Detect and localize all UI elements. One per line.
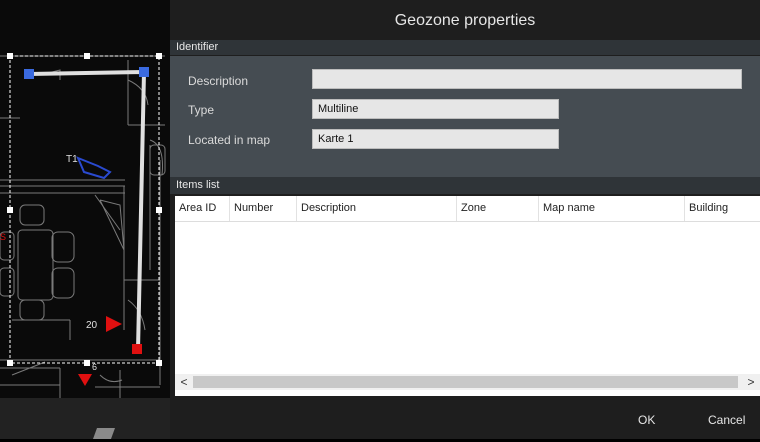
items-list-section-header: Items list bbox=[170, 177, 760, 194]
type-field[interactable]: Multiline bbox=[312, 99, 559, 119]
map-label-20: 20 bbox=[86, 320, 98, 331]
map-label-t1: T1 bbox=[66, 154, 78, 165]
map-label-6: 6 bbox=[92, 362, 97, 372]
map-bottom-panel bbox=[0, 398, 170, 439]
column-header-zone[interactable]: Zone bbox=[457, 196, 539, 221]
scrollbar-thumb[interactable] bbox=[193, 376, 738, 388]
description-label: Description bbox=[188, 74, 249, 88]
description-field[interactable] bbox=[312, 69, 742, 89]
located-in-map-label: Located in map bbox=[188, 133, 271, 147]
ok-button[interactable]: OK bbox=[638, 398, 655, 439]
dialog-footer: OK Cancel bbox=[170, 398, 760, 439]
located-in-map-field[interactable]: Karte 1 bbox=[312, 129, 559, 149]
items-list-table[interactable]: Area ID Number Description Zone Map name… bbox=[175, 196, 760, 396]
column-header-map-name[interactable]: Map name bbox=[539, 196, 685, 221]
column-header-number[interactable]: Number bbox=[230, 196, 297, 221]
identifier-section-header: Identifier bbox=[170, 40, 760, 55]
column-header-description[interactable]: Description bbox=[297, 196, 457, 221]
scroll-right-icon[interactable]: > bbox=[745, 374, 757, 390]
floor-plan-drawing: T1 20 6 S bbox=[0, 53, 166, 398]
cancel-button[interactable]: Cancel bbox=[708, 398, 745, 439]
column-header-building[interactable]: Building bbox=[685, 196, 760, 221]
horizontal-scrollbar[interactable]: < > bbox=[175, 374, 760, 390]
dialog-title: Geozone properties bbox=[170, 0, 760, 42]
floor-plan-map[interactable]: T1 20 6 S bbox=[0, 0, 170, 439]
scroll-left-icon[interactable]: < bbox=[178, 374, 190, 390]
identifier-panel: Description Type Multiline Located in ma… bbox=[170, 56, 760, 177]
map-label-s: S bbox=[0, 232, 6, 242]
geozone-properties-dialog: Geozone properties Identifier Descriptio… bbox=[170, 0, 760, 439]
table-header: Area ID Number Description Zone Map name… bbox=[175, 196, 760, 222]
column-header-area-id[interactable]: Area ID bbox=[175, 196, 230, 221]
type-label: Type bbox=[188, 103, 215, 117]
